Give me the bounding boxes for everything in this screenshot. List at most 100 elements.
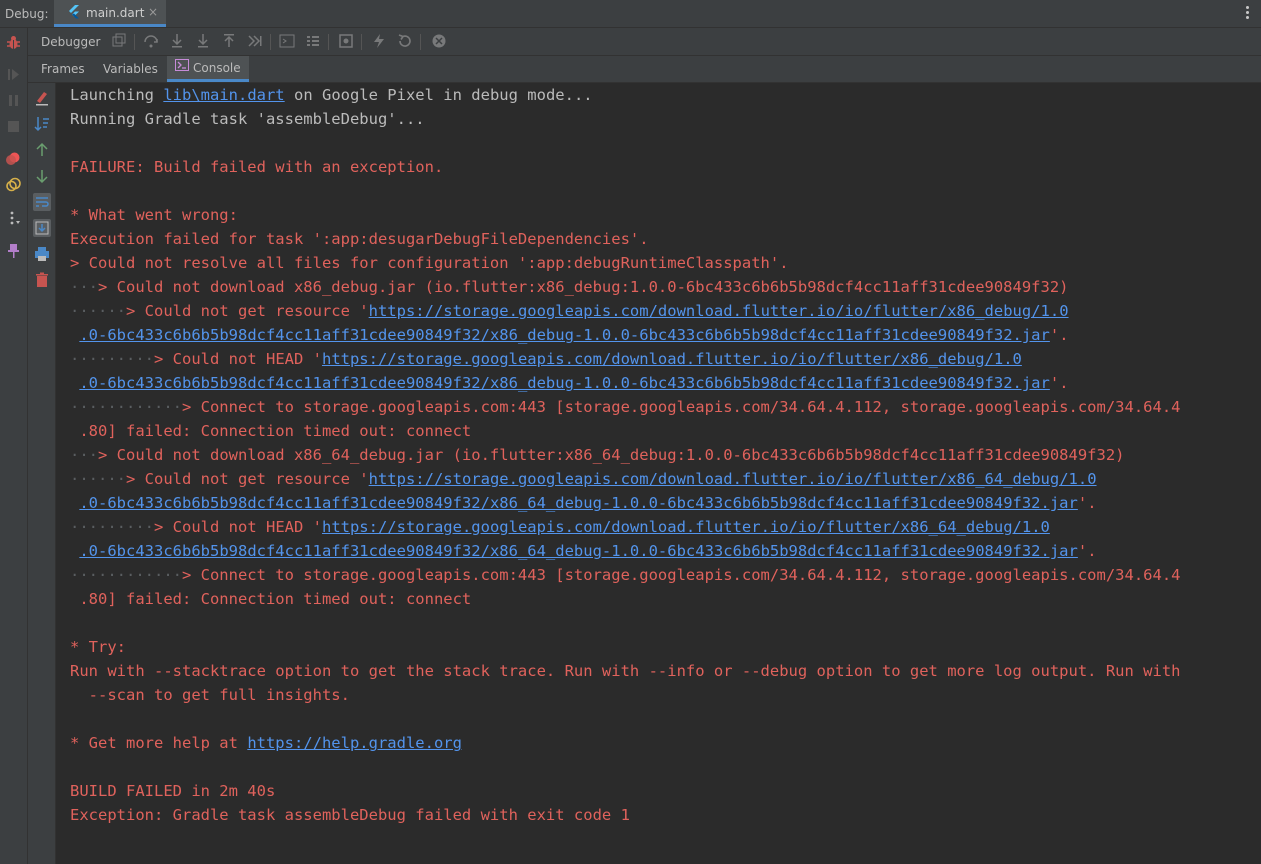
- up-arrow-icon[interactable]: [33, 141, 51, 159]
- indent-dots: ············: [70, 398, 182, 416]
- console-output[interactable]: Launching lib\main.dart on Google Pixel …: [56, 83, 1261, 864]
- trace-icon[interactable]: [305, 33, 321, 49]
- console-link[interactable]: https://storage.googleapis.com/download.…: [322, 350, 1022, 368]
- down-arrow-icon[interactable]: [33, 167, 51, 185]
- step-out-icon[interactable]: [221, 33, 237, 49]
- console-line: ······> Could not get resource 'https://…: [70, 467, 1181, 491]
- tab-main-dart[interactable]: main.dart ×: [54, 0, 166, 27]
- console-text: Running Gradle task 'assembleDebug'...: [70, 110, 425, 128]
- mute-breakpoints-icon[interactable]: [5, 176, 22, 193]
- run-to-cursor-icon[interactable]: [247, 33, 263, 49]
- console-text: > Could not HEAD ': [154, 518, 322, 536]
- scroll-to-end-icon[interactable]: [33, 115, 51, 133]
- open-devtools-icon[interactable]: [431, 33, 447, 49]
- indent-dots: ···: [70, 446, 98, 464]
- console-text: > Could not download x86_debug.jar (io.f…: [98, 278, 1069, 296]
- more-options-icon[interactable]: [1241, 6, 1253, 22]
- console-icon: [175, 55, 189, 80]
- console-line: ············> Connect to storage.googlea…: [70, 395, 1181, 419]
- console-link[interactable]: https://help.gradle.org: [247, 734, 462, 752]
- console-line: * Try:: [70, 635, 1181, 659]
- console-line: ·········> Could not HEAD 'https://stora…: [70, 515, 1181, 539]
- console-link[interactable]: lib\main.dart: [163, 86, 284, 104]
- console-link[interactable]: .0-6bc433c6b6b5b98dcf4cc11aff31cdee90849…: [79, 326, 1050, 344]
- print-icon[interactable]: [33, 245, 51, 263]
- console-line: ···> Could not download x86_64_debug.jar…: [70, 443, 1181, 467]
- console-actions-strip: [28, 83, 56, 864]
- console-line: ············> Connect to storage.googlea…: [70, 563, 1181, 587]
- console-text: > Connect to storage.googleapis.com:443 …: [181, 566, 1181, 584]
- console-line: ······> Could not get resource 'https://…: [70, 299, 1181, 323]
- console-line: * What went wrong:: [70, 203, 1181, 227]
- screenshot-icon[interactable]: [338, 33, 354, 49]
- more-icon[interactable]: [5, 210, 22, 227]
- tab-variables[interactable]: Variables: [95, 56, 166, 82]
- console-line: Launching lib\main.dart on Google Pixel …: [70, 83, 1181, 107]
- toolbar-separator: [328, 34, 329, 50]
- pin-icon[interactable]: [5, 242, 22, 259]
- evaluate-expression-icon[interactable]: [279, 33, 295, 49]
- console-text: --scan to get full insights.: [70, 686, 350, 704]
- console-text: Launching: [70, 86, 164, 104]
- console-text: * What went wrong:: [70, 206, 238, 224]
- force-step-into-icon[interactable]: [195, 33, 211, 49]
- debug-tool-window-header: Debug: main.dart ×: [0, 0, 1261, 28]
- restore-layout-icon[interactable]: [111, 33, 127, 49]
- hot-reload-icon[interactable]: [371, 33, 387, 49]
- console-text: > Could not get resource ': [126, 302, 369, 320]
- console-line: BUILD FAILED in 2m 40s: [70, 779, 1181, 803]
- console-link[interactable]: https://storage.googleapis.com/download.…: [322, 518, 1050, 536]
- hot-restart-icon[interactable]: [397, 33, 413, 49]
- toolbar-separator: [134, 34, 135, 50]
- stop-icon[interactable]: [5, 118, 22, 135]
- step-over-icon[interactable]: [143, 33, 159, 49]
- tab-frames[interactable]: Frames: [33, 56, 93, 82]
- tab-label: main.dart: [86, 6, 145, 20]
- console-link[interactable]: .0-6bc433c6b6b5b98dcf4cc11aff31cdee90849…: [79, 494, 1078, 512]
- console-line: .0-6bc433c6b6b5b98dcf4cc11aff31cdee90849…: [70, 323, 1181, 347]
- indent-dots: ·········: [70, 350, 154, 368]
- console-line: Running Gradle task 'assembleDebug'...: [70, 107, 1181, 131]
- console-text: .80] failed: Connection timed out: conne…: [70, 422, 472, 440]
- debug-actions-strip: [0, 28, 28, 864]
- view-breakpoints-icon[interactable]: [5, 150, 22, 167]
- clear-all-icon[interactable]: [33, 89, 51, 107]
- console-link[interactable]: https://storage.googleapis.com/download.…: [369, 302, 1069, 320]
- console-link[interactable]: .0-6bc433c6b6b5b98dcf4cc11aff31cdee90849…: [79, 542, 1078, 560]
- debug-bug-icon[interactable]: [5, 34, 22, 51]
- scroll-to-bottom-icon[interactable]: [33, 219, 51, 237]
- console-text: > Could not HEAD ': [154, 350, 322, 368]
- console-text: Exception: Gradle task assembleDebug fai…: [70, 806, 630, 824]
- console-text: > Connect to storage.googleapis.com:443 …: [181, 398, 1181, 416]
- console-line: ·········> Could not HEAD 'https://stora…: [70, 347, 1181, 371]
- console-link[interactable]: https://storage.googleapis.com/download.…: [369, 470, 1097, 488]
- console-lines: Launching lib\main.dart on Google Pixel …: [70, 83, 1181, 827]
- console-line: ···> Could not download x86_debug.jar (i…: [70, 275, 1181, 299]
- pause-icon[interactable]: [5, 92, 22, 109]
- trash-icon[interactable]: [33, 271, 51, 289]
- step-into-icon[interactable]: [169, 33, 185, 49]
- console-line: .0-6bc433c6b6b5b98dcf4cc11aff31cdee90849…: [70, 539, 1181, 563]
- console-text: FAILURE: Build failed with an exception.: [70, 158, 444, 176]
- console-text: '.: [1049, 326, 1069, 344]
- console-text: '.: [1077, 542, 1097, 560]
- debugger-toolbar: Debugger: [28, 28, 1261, 56]
- console-text: > Could not resolve all files for config…: [70, 254, 789, 272]
- indent-dots: ············: [70, 566, 182, 584]
- close-icon[interactable]: ×: [148, 5, 158, 19]
- console-link[interactable]: .0-6bc433c6b6b5b98dcf4cc11aff31cdee90849…: [79, 374, 1050, 392]
- tab-console[interactable]: Console: [167, 56, 249, 82]
- resume-icon[interactable]: [5, 66, 22, 83]
- soft-wrap-icon[interactable]: [33, 193, 51, 211]
- indent-dots: ······: [70, 470, 126, 488]
- console-text: Execution failed for task ':app:desugarD…: [70, 230, 649, 248]
- console-line: Execution failed for task ':app:desugarD…: [70, 227, 1181, 251]
- tab-console-label: Console: [193, 61, 241, 75]
